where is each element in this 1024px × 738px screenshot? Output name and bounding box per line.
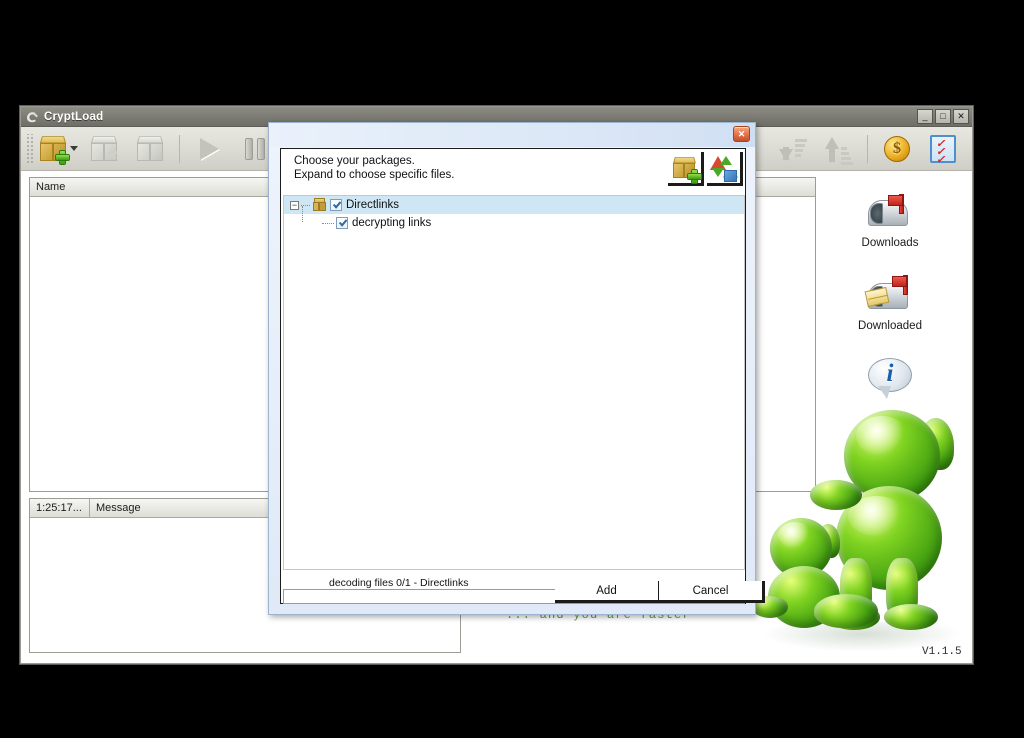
dialog-reload-button[interactable] (707, 152, 743, 186)
tree-row[interactable]: decrypting links (284, 206, 744, 232)
arrow-down-icon (777, 135, 807, 163)
package-delete-icon: ✖ (89, 135, 119, 163)
tree-row-label: Directlinks (346, 199, 400, 211)
reload-container-icon (709, 155, 738, 182)
package-add-icon (38, 135, 69, 164)
desktop-background: CryptLoad _ □ ✕ ✖ $ ✓ ✓ ✓ Name 1:25:17..… (0, 0, 1024, 738)
close-button[interactable]: ✕ (953, 109, 969, 124)
dialog-add-package-button[interactable] (668, 152, 704, 186)
toolbar-move-up-button[interactable] (815, 129, 861, 169)
dialog-titlebar[interactable]: ✕ (269, 123, 755, 147)
desktop-icon-downloaded[interactable]: Downloaded (842, 273, 938, 332)
chevron-down-icon[interactable] (70, 146, 78, 151)
tree-connector-icon (322, 222, 334, 224)
toolbar-edit-package-button[interactable] (127, 129, 173, 169)
tree-checkbox[interactable] (336, 217, 348, 229)
tree-row[interactable]: − Directlinks (284, 196, 744, 214)
package-icon (312, 198, 327, 212)
play-icon (199, 137, 219, 160)
tree-checkbox[interactable] (330, 199, 342, 211)
add-button[interactable]: Add (555, 581, 661, 603)
app-logo-icon (25, 109, 40, 124)
toolbar-check-links-button[interactable]: ✓ ✓ ✓ (920, 129, 966, 169)
toolbar-divider-2 (867, 134, 868, 163)
dialog-header-buttons (668, 152, 743, 186)
info-bubble-icon: i (864, 356, 916, 400)
toolbar-grip[interactable] (25, 133, 33, 164)
checklist-icon: ✓ ✓ ✓ (930, 134, 956, 165)
desktop-icon-label: Downloads (861, 237, 919, 249)
toolbar-divider (179, 134, 180, 163)
toolbar-delete-package-button[interactable]: ✖ (81, 129, 127, 169)
dialog-body: Choose your packages. Expand to choose s… (280, 148, 765, 604)
mailbox-letter-icon (864, 273, 916, 317)
cancel-button[interactable]: Cancel (659, 581, 765, 603)
choose-packages-dialog: ✕ Choose your packages. Expand to choose… (268, 122, 765, 615)
collapse-icon[interactable]: − (290, 200, 299, 210)
app-version: V1.1.5 (922, 646, 962, 658)
toolbar-premium-button[interactable]: $ (874, 129, 920, 169)
desktop-icon-label: Downloaded (858, 320, 922, 332)
desktop-icon-downloads[interactable]: Downloads (842, 190, 938, 249)
coin-icon: $ (884, 135, 910, 162)
dialog-heading: Choose your packages. Expand to choose s… (281, 149, 745, 193)
pause-icon (245, 137, 265, 160)
desktop-icon-info[interactable]: i (842, 356, 938, 403)
tree-connector-icon (302, 206, 303, 222)
window-title: CryptLoad (44, 110, 104, 123)
column-time[interactable]: 1:25:17... (30, 499, 90, 517)
arrow-up-icon (823, 135, 853, 165)
package-add-icon (672, 156, 701, 183)
package-icon (135, 135, 165, 163)
window-controls: _ □ ✕ (917, 109, 969, 124)
minimize-button[interactable]: _ (917, 109, 933, 124)
toolbar-start-button[interactable] (186, 129, 232, 169)
mailbox-icon (864, 190, 916, 234)
dialog-close-icon[interactable]: ✕ (733, 126, 750, 142)
maximize-button[interactable]: □ (935, 109, 951, 124)
toolbar-add-package-button[interactable] (35, 129, 81, 169)
tree-row-label: decrypting links (352, 217, 432, 229)
package-tree[interactable]: − Directlinks decrypting links (283, 195, 745, 570)
toolbar-move-down-button[interactable] (769, 129, 815, 169)
